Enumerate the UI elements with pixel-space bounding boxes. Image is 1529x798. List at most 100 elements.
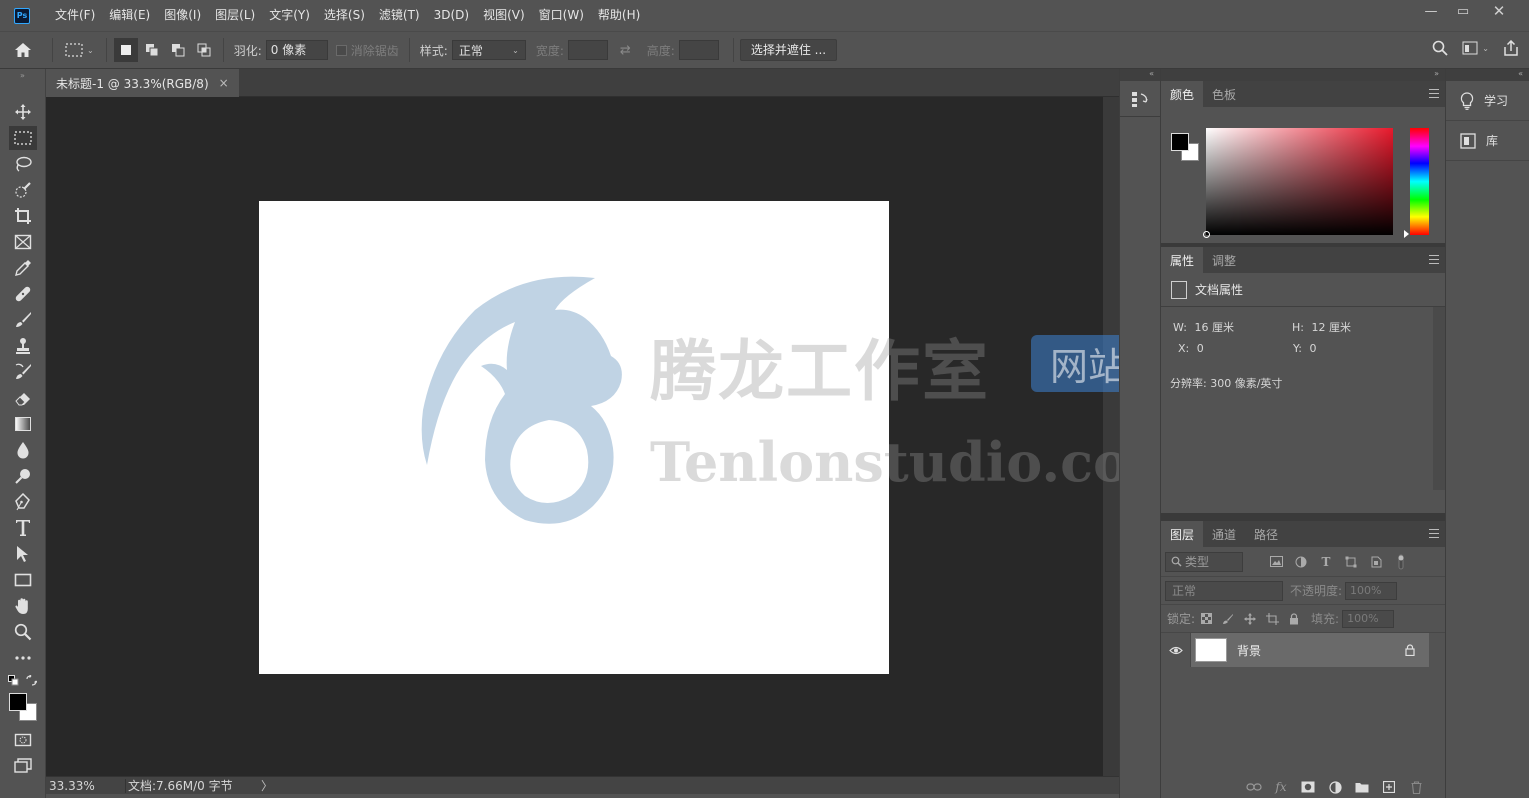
learn-panel-button[interactable]: 学习 <box>1446 81 1529 121</box>
filter-type-button[interactable]: T <box>1314 552 1338 572</box>
lock-artboard-button[interactable] <box>1261 609 1283 629</box>
lasso-tool[interactable] <box>0 151 46 177</box>
width-input[interactable] <box>567 40 608 60</box>
screen-mode-button[interactable] <box>0 753 46 779</box>
filter-smart-object-button[interactable] <box>1364 552 1388 572</box>
zoom-tool[interactable] <box>0 619 46 645</box>
filter-adjustment-button[interactable] <box>1289 552 1313 572</box>
dodge-tool[interactable] <box>0 463 46 489</box>
share-icon[interactable] <box>1503 40 1519 56</box>
menu-3d[interactable]: 3D(D) <box>427 0 476 31</box>
tab-paths[interactable]: 路径 <box>1245 521 1287 547</box>
lock-all-button[interactable] <box>1283 609 1305 629</box>
hand-tool[interactable] <box>0 593 46 619</box>
delete-layer-button[interactable] <box>1407 778 1425 796</box>
foreground-color-swatch[interactable] <box>9 693 27 711</box>
move-tool[interactable] <box>0 99 46 125</box>
hue-slider-handle[interactable] <box>1404 230 1409 238</box>
properties-scrollbar[interactable] <box>1433 307 1445 490</box>
filter-shape-button[interactable] <box>1339 552 1363 572</box>
home-button[interactable] <box>0 31 46 69</box>
pen-tool[interactable] <box>0 489 46 515</box>
select-and-mask-button[interactable]: 选择并遮住 ... <box>739 39 838 61</box>
history-panel-button[interactable] <box>1120 81 1160 117</box>
menu-type[interactable]: 文字(Y) <box>262 0 317 31</box>
new-layer-button[interactable] <box>1380 778 1398 796</box>
lock-icon[interactable] <box>1405 644 1415 656</box>
hue-slider[interactable] <box>1404 128 1429 238</box>
lock-position-button[interactable] <box>1239 609 1261 629</box>
foreground-color-swatch[interactable] <box>1171 133 1189 151</box>
layer-thumbnail[interactable] <box>1195 638 1227 662</box>
rect-marquee-tool[interactable] <box>0 125 46 151</box>
menu-help[interactable]: 帮助(H) <box>591 0 647 31</box>
libraries-panel-button[interactable]: 库 <box>1446 121 1529 161</box>
brush-tool[interactable] <box>0 307 46 333</box>
strip-collapse-grip[interactable]: « <box>1120 69 1160 81</box>
status-menu-arrow[interactable]: 〉 <box>261 777 273 794</box>
height-input[interactable] <box>678 40 719 60</box>
path-selection-tool[interactable] <box>0 541 46 567</box>
close-button[interactable]: ✕ <box>1479 0 1519 22</box>
maximize-button[interactable]: ▭ <box>1447 0 1479 22</box>
eyedropper-tool[interactable] <box>0 255 46 281</box>
layer-name[interactable]: 背景 <box>1237 642 1405 659</box>
filter-pixel-button[interactable] <box>1264 552 1288 572</box>
layer-style-button[interactable]: fx <box>1272 778 1290 796</box>
height-property-value[interactable]: 12 厘米 <box>1311 321 1351 334</box>
add-mask-button[interactable] <box>1299 778 1317 796</box>
blur-tool[interactable] <box>0 437 46 463</box>
fill-input[interactable]: 100% <box>1342 609 1395 628</box>
add-selection-button[interactable] <box>140 38 164 62</box>
history-brush-tool[interactable] <box>0 359 46 385</box>
layer-visibility-toggle[interactable] <box>1161 633 1191 667</box>
opacity-input[interactable]: 100% <box>1345 581 1398 600</box>
feather-input[interactable]: 0 像素 <box>265 40 328 60</box>
menu-select[interactable]: 选择(S) <box>317 0 372 31</box>
menu-file[interactable]: 文件(F) <box>48 0 102 31</box>
clone-stamp-tool[interactable] <box>0 333 46 359</box>
tab-properties[interactable]: 属性 <box>1161 247 1204 273</box>
layer-kind-select[interactable]: 类型 <box>1165 551 1243 572</box>
tab-color[interactable]: 颜色 <box>1161 81 1204 107</box>
new-selection-button[interactable] <box>113 38 138 62</box>
panel-menu-icon[interactable] <box>1429 529 1439 538</box>
toolbar-collapse-grip[interactable]: » <box>0 69 45 81</box>
far-right-collapse-grip[interactable]: « <box>1446 69 1529 81</box>
x-property-value[interactable]: 0 <box>1197 342 1204 355</box>
default-colors-icon[interactable] <box>8 675 19 686</box>
workspace-switcher[interactable]: ⌄ <box>1462 41 1489 55</box>
search-icon[interactable] <box>1432 40 1448 56</box>
rectangle-tool[interactable] <box>0 567 46 593</box>
tab-channels[interactable]: 通道 <box>1203 521 1245 547</box>
menu-window[interactable]: 窗口(W) <box>532 0 591 31</box>
eraser-tool[interactable] <box>0 385 46 411</box>
swap-dimensions-icon[interactable]: ⇄ <box>620 43 631 58</box>
panel-menu-icon[interactable] <box>1429 255 1439 264</box>
new-group-button[interactable] <box>1353 778 1371 796</box>
new-adjustment-button[interactable] <box>1326 778 1344 796</box>
filter-toggle[interactable] <box>1389 552 1413 572</box>
menu-layer[interactable]: 图层(L) <box>208 0 262 31</box>
crop-tool[interactable] <box>0 203 46 229</box>
gradient-tool[interactable] <box>0 411 46 437</box>
menu-view[interactable]: 视图(V) <box>476 0 532 31</box>
tab-layers[interactable]: 图层 <box>1161 521 1204 547</box>
menu-image[interactable]: 图像(I) <box>157 0 208 31</box>
type-tool[interactable] <box>0 515 46 541</box>
subtract-selection-button[interactable] <box>166 38 190 62</box>
link-layers-button[interactable] <box>1245 778 1263 796</box>
lock-pixels-button[interactable] <box>1217 609 1239 629</box>
layer-body[interactable]: 背景 <box>1191 633 1429 667</box>
layer-row[interactable]: 背景 <box>1161 633 1445 667</box>
minimize-button[interactable]: — <box>1415 0 1447 22</box>
antialias-checkbox[interactable] <box>335 44 347 56</box>
quick-mask-button[interactable] <box>0 727 46 753</box>
menu-filter[interactable]: 滤镜(T) <box>372 0 427 31</box>
menu-edit[interactable]: 编辑(E) <box>102 0 157 31</box>
color-picker-handle[interactable] <box>1203 231 1210 238</box>
document-info[interactable]: 文档:7.66M/0 字节 <box>126 777 261 794</box>
tab-swatches[interactable]: 色板 <box>1203 81 1245 107</box>
width-property-value[interactable]: 16 厘米 <box>1194 321 1234 334</box>
blend-mode-select[interactable]: 正常 <box>1165 580 1283 601</box>
